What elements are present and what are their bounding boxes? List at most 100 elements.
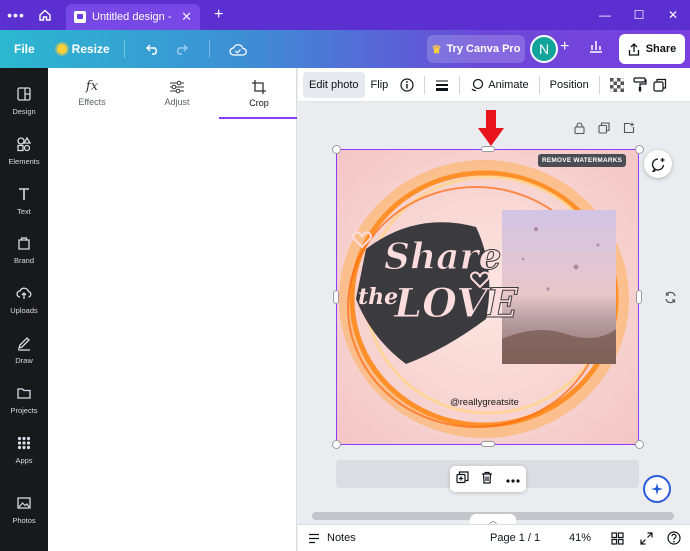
share-upload-icon <box>628 42 639 56</box>
left-rail: Design Elements Text Brand Uploads Draw … <box>0 68 48 551</box>
info-icon[interactable] <box>394 72 420 98</box>
rail-label: Uploads <box>10 306 38 315</box>
resize-handle-bottom-left[interactable] <box>332 440 341 449</box>
rail-item-elements[interactable]: Elements <box>0 129 48 173</box>
maximize-icon[interactable]: ☐ <box>622 0 656 30</box>
rail-item-uploads[interactable]: Uploads <box>0 278 48 322</box>
comment-add-button[interactable] <box>644 150 672 178</box>
notes-icon <box>309 533 319 543</box>
flip-button[interactable]: Flip <box>365 72 395 98</box>
more-options-icon[interactable] <box>506 472 520 486</box>
avatar[interactable]: N <box>530 35 558 63</box>
toolbar-divider <box>123 40 125 58</box>
magic-assistant-button[interactable] <box>643 475 671 503</box>
trash-icon[interactable] <box>481 471 493 487</box>
resize-button[interactable]: Resize <box>56 42 110 56</box>
resize-handle-top-left[interactable] <box>332 145 341 154</box>
border-style-icon[interactable] <box>429 72 455 98</box>
rail-label: Text <box>17 207 31 216</box>
rail-item-draw[interactable]: Draw <box>0 328 48 372</box>
browser-tab[interactable]: Untitled design - In... ✕ <box>66 4 200 30</box>
design-artwork: Share the LOVE @reallygreatsite <box>336 149 639 445</box>
insights-chart-icon[interactable] <box>588 38 604 57</box>
rotate-icon[interactable] <box>662 289 678 305</box>
tab-label: Crop <box>249 97 269 108</box>
crop-handle-top[interactable] <box>481 146 495 152</box>
crop-handle-bottom[interactable] <box>481 441 495 447</box>
grid-view-icon[interactable] <box>609 530 625 546</box>
transparency-icon[interactable] <box>604 72 630 98</box>
rail-item-projects[interactable]: Projects <box>0 378 48 422</box>
toolbar-divider <box>538 75 540 94</box>
toolbar-divider <box>459 75 461 94</box>
rail-item-text[interactable]: Text <box>0 179 48 223</box>
tab-title: Untitled design - In... <box>92 11 175 23</box>
add-page-icon[interactable] <box>622 121 636 135</box>
tab-effects[interactable]: fx Effects <box>51 68 133 118</box>
minimize-icon[interactable]: — <box>588 0 622 30</box>
toolbar-divider <box>208 40 210 58</box>
paint-roller-icon[interactable] <box>630 72 650 98</box>
help-icon[interactable] <box>666 530 682 546</box>
share-label: Share <box>645 43 677 55</box>
rail-item-apps[interactable]: Apps <box>0 428 48 472</box>
text-icon <box>19 188 29 200</box>
cloud-saved-icon[interactable] <box>224 43 252 56</box>
remove-watermarks-button[interactable]: REMOVE WATERMARKS <box>538 154 627 167</box>
add-collaborator-button[interactable]: + <box>560 38 569 56</box>
crop-handle-right[interactable] <box>636 290 642 304</box>
file-menu-button[interactable]: File <box>14 42 35 56</box>
share-button[interactable]: Share <box>619 34 685 64</box>
close-window-icon[interactable]: ✕ <box>656 0 690 30</box>
toolbar-divider <box>424 75 426 94</box>
annotation-arrow-icon <box>478 110 504 146</box>
rail-label: Photos <box>12 516 36 525</box>
window-controls: — ☐ ✕ <box>588 0 690 30</box>
undo-icon[interactable] <box>139 43 167 55</box>
resize-handle-bottom-right[interactable] <box>635 440 644 449</box>
edit-photo-button[interactable]: Edit photo <box>303 71 365 98</box>
rail-item-design[interactable]: Design <box>0 79 48 123</box>
page-indicator[interactable]: Page 1 / 1 <box>490 532 540 544</box>
home-icon[interactable] <box>32 0 58 30</box>
uploads-icon <box>16 287 32 299</box>
duplicate-icon[interactable] <box>650 72 670 98</box>
art-text-the: the <box>358 284 398 310</box>
lock-icon[interactable] <box>572 121 586 135</box>
canvas-area: Share the LOVE @reallygreatsite REMOVE W… <box>298 102 690 551</box>
rail-label: Design <box>12 107 36 116</box>
animate-button[interactable]: Animate <box>464 72 534 98</box>
crop-handle-left[interactable] <box>333 290 339 304</box>
zoom-level[interactable]: 41% <box>569 532 591 544</box>
position-button[interactable]: Position <box>544 72 595 98</box>
new-tab-button[interactable]: + <box>214 6 223 24</box>
rail-label: Draw <box>15 356 33 365</box>
floating-element-toolbar <box>450 466 526 492</box>
animate-label: Animate <box>488 78 529 91</box>
tab-adjust[interactable]: Adjust <box>136 68 218 118</box>
tab-label: Adjust <box>164 96 190 107</box>
duplicate-page-icon[interactable] <box>597 121 611 135</box>
adjust-sliders-icon <box>170 80 184 93</box>
redo-icon[interactable] <box>167 43 195 55</box>
effects-icon: fx <box>85 79 99 94</box>
draw-icon <box>17 337 30 351</box>
page-controls <box>572 121 636 135</box>
tab-close-icon[interactable]: ✕ <box>181 9 192 25</box>
design-page[interactable]: Share the LOVE @reallygreatsite <box>336 149 639 445</box>
rail-item-brand[interactable]: Brand <box>0 228 48 272</box>
rail-label: Elements <box>8 157 40 166</box>
rail-label: Projects <box>10 406 38 415</box>
tab-crop[interactable]: Crop <box>218 68 300 118</box>
design-icon <box>17 87 31 101</box>
resize-handle-top-right[interactable] <box>635 145 644 154</box>
try-canva-pro-button[interactable]: ♛ Try Canva Pro <box>427 35 525 63</box>
fullscreen-icon[interactable] <box>638 530 654 546</box>
notes-button[interactable]: Notes <box>308 532 356 544</box>
browser-menu-icon[interactable]: ••• <box>0 7 32 23</box>
active-tab-indicator <box>219 117 297 119</box>
rail-item-photos[interactable]: Photos <box>0 488 48 532</box>
editor-footer: Notes Page 1 / 1 41% <box>298 524 690 551</box>
rail-label: Brand <box>13 256 34 265</box>
duplicate-element-icon[interactable] <box>456 471 469 487</box>
